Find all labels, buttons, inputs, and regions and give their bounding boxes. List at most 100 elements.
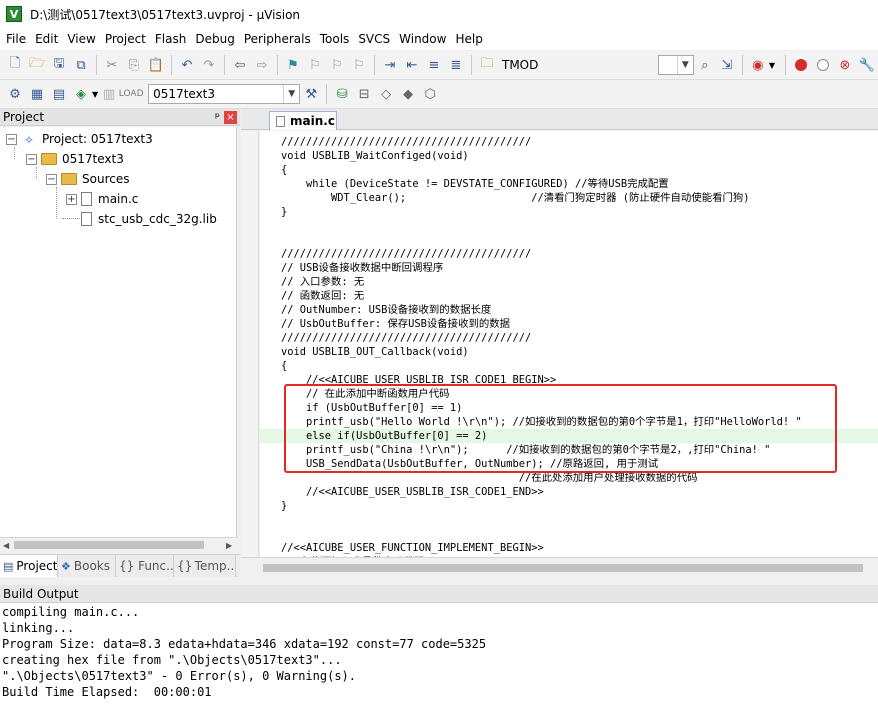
- menu-svcs[interactable]: SVCS: [356, 32, 397, 46]
- editor-gutter: [241, 131, 259, 557]
- menu-peripherals[interactable]: Peripherals: [242, 32, 318, 46]
- collapse-icon[interactable]: −: [46, 173, 57, 185]
- new-file-icon[interactable]: 🗋: [4, 54, 26, 76]
- scroll-left-icon[interactable]: ◀: [3, 541, 9, 550]
- tree-item-file-main[interactable]: + main.c: [66, 189, 138, 209]
- scroll-right-icon[interactable]: ▶: [226, 541, 232, 550]
- build-output-pane[interactable]: compiling main.c... linking... Program Siz…: [0, 603, 878, 709]
- editor-hscrollbar[interactable]: [241, 557, 878, 577]
- menu-view[interactable]: View: [65, 32, 102, 46]
- code-line: // USB设备接收数据中断回调程序: [281, 262, 444, 274]
- menu-window[interactable]: Window: [397, 32, 453, 46]
- prev-bookmark-icon[interactable]: ⚐: [304, 54, 326, 76]
- tree-item-project[interactable]: − ⟡ Project: 0517text3: [6, 129, 153, 149]
- target-folder-icon: [41, 153, 57, 165]
- tree-item-file-lib[interactable]: stc_usb_cdc_32g.lib: [81, 209, 217, 229]
- tree-item-group-sources[interactable]: − Sources: [46, 169, 129, 189]
- disable-breakpoint-icon[interactable]: [812, 54, 834, 76]
- target-select[interactable]: 0517text3 ▼: [148, 84, 301, 104]
- uncomment-icon[interactable]: ≣: [445, 54, 467, 76]
- nav-back-icon[interactable]: ⇦: [229, 54, 251, 76]
- batch-build-icon[interactable]: ◈: [70, 83, 92, 105]
- tab-functions[interactable]: {} Func...: [116, 555, 174, 577]
- tab-templates[interactable]: {} Temp...: [174, 555, 236, 577]
- translate-icon[interactable]: ⚙: [4, 83, 26, 105]
- event-recorder-icon[interactable]: ◆: [397, 83, 419, 105]
- copy-icon[interactable]: ⎘: [123, 54, 145, 76]
- target-options-icon[interactable]: ⚒: [300, 83, 322, 105]
- build-output-line: ".\Objects\0517text3" - 0 Error(s), 0 Wa…: [2, 669, 357, 683]
- incremental-find-icon[interactable]: ⇲: [716, 54, 738, 76]
- bookmark-icon[interactable]: ⚑: [282, 54, 304, 76]
- collapse-icon[interactable]: −: [26, 153, 37, 165]
- paste-icon[interactable]: 📋: [145, 54, 167, 76]
- next-bookmark-icon[interactable]: ⚐: [326, 54, 348, 76]
- open-folder-icon[interactable]: 🗁: [26, 54, 48, 76]
- tree-item-target[interactable]: − 0517text3: [26, 149, 124, 169]
- expand-icon[interactable]: +: [66, 193, 77, 205]
- title-bar: V D:\测试\0517text3\0517text3.uvproj - µVi…: [0, 0, 878, 28]
- save-all-icon[interactable]: ⧉: [70, 54, 92, 76]
- code-editor[interactable]: ////////////////////////////////////////…: [260, 131, 878, 557]
- nav-forward-icon[interactable]: ⇨: [251, 54, 273, 76]
- insert-breakpoint-icon[interactable]: [790, 54, 812, 76]
- build-toolbar: ⚙ ▦ ▤ ◈ ▼ ▥ LOAD 0517text3 ▼ ⚒ ⛁ ⊟ ◇ ◆ ⬡: [0, 80, 878, 109]
- undo-icon[interactable]: ↶: [176, 54, 198, 76]
- component-icon[interactable]: ⬡: [419, 83, 441, 105]
- menu-project[interactable]: Project: [103, 32, 153, 46]
- build-icon[interactable]: ▦: [26, 83, 48, 105]
- tab-books[interactable]: ❖ Books: [58, 555, 116, 577]
- project-hscrollbar[interactable]: ◀ ▶: [0, 537, 237, 553]
- code-line: // 入口参数: 无: [281, 276, 365, 288]
- toolbar-separator: [326, 84, 328, 104]
- save-icon[interactable]: 🖫: [48, 54, 70, 76]
- manage-rte-icon[interactable]: ◇: [375, 83, 397, 105]
- menu-edit[interactable]: Edit: [33, 32, 65, 46]
- pin-icon[interactable]: ᵖ: [215, 110, 220, 124]
- code-line: {: [281, 164, 288, 176]
- build-output-line: linking...: [2, 621, 75, 635]
- stop-build-icon[interactable]: ▥: [98, 83, 120, 105]
- close-icon[interactable]: ×: [224, 110, 237, 124]
- menu-debug[interactable]: Debug: [193, 32, 241, 46]
- file-icon: [276, 115, 285, 127]
- scroll-thumb[interactable]: [263, 564, 863, 572]
- find-dropdown[interactable]: ▼: [658, 55, 694, 75]
- kill-breakpoints-icon[interactable]: ⊗: [834, 54, 856, 76]
- code-line: {: [281, 360, 288, 372]
- tab-main-c[interactable]: main.c: [269, 111, 337, 130]
- rebuild-icon[interactable]: ▤: [48, 83, 70, 105]
- unindent-icon[interactable]: ⇤: [401, 54, 423, 76]
- find-in-files-icon[interactable]: 🗀: [476, 54, 498, 76]
- cut-icon[interactable]: ✂: [101, 54, 123, 76]
- scroll-thumb[interactable]: [14, 541, 204, 549]
- debug-session-icon[interactable]: ◉: [747, 54, 769, 76]
- manage-project-items-icon[interactable]: ⛁: [331, 83, 353, 105]
- menu-flash[interactable]: Flash: [153, 32, 193, 46]
- code-line: ////////////////////////////////////////: [281, 332, 532, 344]
- code-line: // 函数返回: 无: [281, 290, 365, 302]
- toolbar-separator: [171, 55, 172, 75]
- comment-icon[interactable]: ≡: [423, 54, 445, 76]
- toolbar-separator: [374, 55, 375, 75]
- project-tab-icon: ▤: [3, 559, 14, 573]
- tab-project[interactable]: ▤ Project: [0, 555, 58, 577]
- configure-icon[interactable]: 🔧: [856, 54, 878, 76]
- clear-bookmarks-icon[interactable]: ⚐: [348, 54, 370, 76]
- project-panel-header: Project ᵖ ×: [0, 109, 240, 126]
- select-packs-icon[interactable]: ⊟: [353, 83, 375, 105]
- folder-icon: [61, 173, 77, 185]
- menu-help[interactable]: Help: [453, 32, 489, 46]
- find-icon[interactable]: ⌕: [694, 54, 716, 76]
- download-icon[interactable]: LOAD: [119, 83, 144, 105]
- redo-icon[interactable]: ↷: [198, 54, 220, 76]
- collapse-icon[interactable]: −: [6, 133, 17, 145]
- project-tree: − ⟡ Project: 0517text3 − 0517text3 − Sou…: [0, 127, 237, 537]
- menu-file[interactable]: File: [4, 32, 33, 46]
- c-file-icon: [81, 192, 92, 206]
- build-output-line: Build Time Elapsed: 00:00:01: [2, 685, 212, 699]
- indent-icon[interactable]: ⇥: [379, 54, 401, 76]
- menu-tools[interactable]: Tools: [318, 32, 357, 46]
- chevron-down-icon[interactable]: ▼: [769, 61, 775, 70]
- file-toolbar: 🗋 🗁 🖫 ⧉ ✂ ⎘ 📋 ↶ ↷ ⇦ ⇨ ⚑ ⚐ ⚐ ⚐ ⇥ ⇤ ≡ ≣ 🗀 …: [0, 51, 878, 80]
